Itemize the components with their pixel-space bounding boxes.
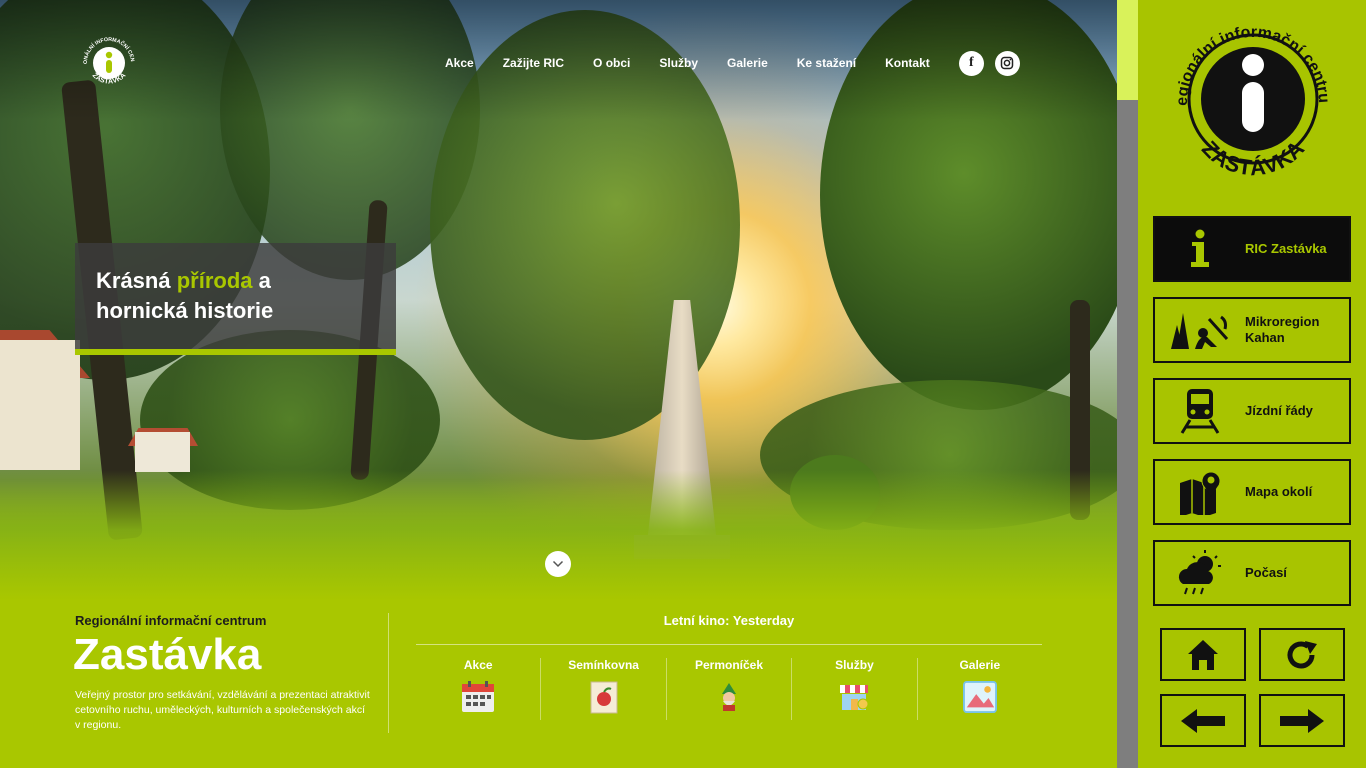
forward-button[interactable] [1259,694,1345,747]
kiosk-sidebar: Regionální informační centrum ZASTÁVKA R… [1138,0,1366,768]
facebook-icon[interactable]: f [958,50,984,76]
instagram-icon[interactable] [994,50,1020,76]
kiosk-button-pocasi[interactable]: Počasí [1153,540,1351,606]
kiosk-button-label: Počasí [1245,565,1287,580]
kiosk-logo[interactable]: Regionální informační centrum ZASTÁVKA [1165,9,1340,184]
refresh-icon [1287,640,1317,668]
kiosk-separator [1117,100,1138,768]
nav-item-o-obci[interactable]: O obci [593,56,630,70]
info-icon [1155,218,1245,280]
website-view: REGIONÁLNÍ INFORMAČNÍ CENTRUM ZASTÁVKA A… [0,0,1117,768]
site-logo[interactable]: REGIONÁLNÍ INFORMAČNÍ CENTRUM ZASTÁVKA [78,32,140,94]
info-description: Veřejný prostor pro setkávání, vzděláván… [75,689,370,731]
home-button[interactable] [1160,628,1246,681]
headline-line-2: hornická historie [96,298,274,323]
info-title: Zastávka [73,630,262,679]
quick-link-permonicek[interactable]: Permoníček [667,658,793,720]
back-button[interactable] [1160,694,1246,747]
kiosk-button-label: RIC Zastávka [1245,241,1327,256]
headline-line-1: Krásná příroda a [96,268,271,293]
quick-link-galerie[interactable]: Galerie [918,658,1042,720]
map-pin-icon [1155,461,1245,523]
nav-item-galerie[interactable]: Galerie [727,56,768,70]
info-subtitle: Regionální informační centrum [75,613,267,628]
kiosk-button-label: Mikroregion Kahan [1245,314,1320,345]
nav-item-akce[interactable]: Akce [445,56,474,70]
home-icon [1188,639,1218,670]
picture-icon [962,680,997,714]
main-nav: Akce Zažijte RIC O obci Služby Galerie K… [445,50,1031,76]
nav-item-zazijte-ric[interactable]: Zažijte RIC [503,56,564,70]
kiosk-button-label: Mapa okolí [1245,484,1313,499]
quick-link-label: Galerie [959,658,1001,672]
miner-icon [1155,299,1245,361]
shop-icon [837,680,871,714]
dwarf-icon [712,680,746,714]
quick-link-seminkovna[interactable]: Semínkovna [541,658,667,720]
summer-cinema-link[interactable]: Letní kino: Yesterday [416,613,1042,628]
kiosk-button-mapa-okoli[interactable]: Mapa okolí [1153,459,1351,525]
quick-link-label: Permoníček [694,658,764,672]
info-divider [388,613,389,733]
calendar-icon [461,680,495,714]
nav-item-sluzby[interactable]: Služby [659,56,698,70]
refresh-button[interactable] [1259,628,1345,681]
quick-link-label: Semínkovna [568,658,639,672]
quick-link-sluzby[interactable]: Služby [792,658,918,720]
quick-link-label: Akce [463,658,493,672]
kiosk-button-label: Jízdní řády [1245,403,1313,418]
weather-icon [1155,542,1245,604]
kiosk-button-jizdni-rady[interactable]: Jízdní řády [1153,378,1351,444]
nav-item-kontakt[interactable]: Kontakt [885,56,930,70]
scroll-down-button[interactable] [545,551,571,577]
kiosk-button-ric-zastavka[interactable]: RIC Zastávka [1153,216,1351,282]
cinema-divider [416,644,1042,645]
arrow-left-icon [1181,708,1225,733]
quick-link-akce[interactable]: Akce [416,658,542,720]
quick-links: Akce Semínkovna Permoníček Služby Galeri… [416,658,1042,720]
kiosk-button-mikroregion-kahan[interactable]: Mikroregion Kahan [1153,297,1351,363]
chevron-down-icon [552,560,564,568]
arrow-right-icon [1280,708,1324,733]
hero-headline-card: Krásná příroda a hornická historie [75,243,396,355]
nav-item-ke-stazeni[interactable]: Ke stažení [797,56,856,70]
quick-link-label: Služby [835,658,874,672]
facebook-glyph: f [968,55,974,70]
train-icon [1155,380,1245,442]
kiosk-accent-strip [1117,0,1138,100]
seed-packet-icon [587,680,621,714]
